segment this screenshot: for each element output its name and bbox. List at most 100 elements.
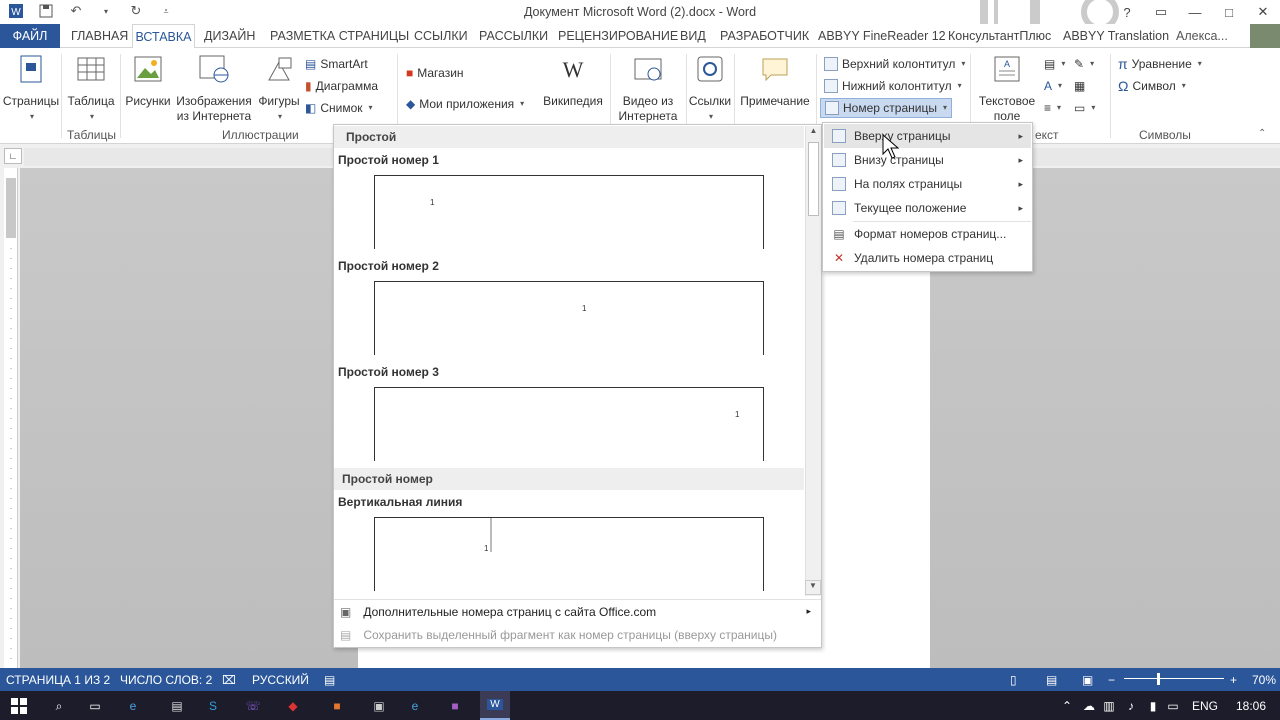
task-view-icon[interactable]: ▭: [86, 697, 104, 715]
battery-icon[interactable]: ▮: [1144, 697, 1162, 715]
signature-line-button[interactable]: ✎ ▾: [1074, 54, 1094, 74]
gallery-thumbnail-4[interactable]: 1: [374, 517, 764, 591]
textbox-button[interactable]: A Текстовое поле: [976, 54, 1038, 124]
wikipedia-button[interactable]: W Википедия: [540, 54, 606, 109]
online-video-button[interactable]: Видео из Интернета: [613, 54, 683, 124]
shapes-button[interactable]: Фигуры ▾: [256, 54, 302, 124]
help-button[interactable]: ?: [1110, 0, 1144, 24]
tab-home[interactable]: ГЛАВНАЯ: [71, 24, 128, 48]
store-button[interactable]: ■ Магазин: [406, 63, 464, 83]
menu-item-top-of-page[interactable]: Вверху страницы ▸: [824, 124, 1031, 148]
zoom-slider[interactable]: [1124, 678, 1224, 679]
cloud-icon[interactable]: ☁: [1080, 697, 1098, 715]
comment-button[interactable]: Примечание: [736, 54, 814, 109]
app-icon[interactable]: ◆: [284, 697, 302, 715]
tab-mailings[interactable]: РАССЫЛКИ: [479, 24, 548, 48]
zoom-level[interactable]: 70%: [1252, 673, 1276, 687]
chart-button[interactable]: ▮ Диаграмма: [305, 76, 378, 96]
edge-icon[interactable]: e: [124, 697, 142, 715]
word-count[interactable]: ЧИСЛО СЛОВ: 2: [120, 673, 212, 687]
tab-selector-icon[interactable]: ∟: [4, 148, 22, 164]
tab-view[interactable]: ВИД: [680, 24, 706, 48]
restore-ribbon-button[interactable]: ▭: [1144, 0, 1178, 24]
menu-item-current-position[interactable]: Текущее положение ▸: [824, 196, 1031, 220]
language-status[interactable]: РУССКИЙ: [252, 673, 309, 687]
web-layout-icon[interactable]: ▣: [1082, 673, 1093, 687]
tab-references[interactable]: ССЫЛКИ: [414, 24, 468, 48]
search-icon[interactable]: ⌕: [50, 697, 68, 715]
table-button[interactable]: Таблица ▾: [64, 54, 118, 124]
gallery-scrollbar[interactable]: ▲: [805, 126, 821, 596]
equation-button[interactable]: π Уравнение ▾: [1118, 54, 1202, 74]
pages-button[interactable]: Страницы ▾: [2, 54, 60, 124]
gallery-thumbnail-2[interactable]: 1: [374, 281, 764, 355]
footer-button[interactable]: Нижний колонтитул ▾: [824, 76, 962, 96]
object-button[interactable]: ▭ ▾: [1074, 98, 1095, 118]
smartart-button[interactable]: ▤ SmartArt: [305, 54, 368, 74]
app-icon[interactable]: ■: [328, 697, 346, 715]
screenshot-button[interactable]: ◧ Снимок ▾: [305, 98, 373, 118]
volume-icon[interactable]: ♪: [1122, 697, 1140, 715]
clock[interactable]: 18:06: [1232, 697, 1270, 715]
explorer-icon[interactable]: ▤: [168, 697, 186, 715]
notification-icon[interactable]: ▭: [1164, 697, 1182, 715]
tab-abbyy-finereader[interactable]: ABBYY FineReader 12: [818, 24, 946, 48]
macro-icon[interactable]: ▤: [324, 673, 335, 687]
pi-icon: π: [1118, 56, 1128, 72]
menu-item-bottom-of-page[interactable]: Внизу страницы ▸: [824, 148, 1031, 172]
user-name[interactable]: Алекса...: [1176, 24, 1228, 48]
page-count[interactable]: СТРАНИЦА 1 ИЗ 2: [6, 673, 110, 687]
wordart-button[interactable]: A ▾: [1044, 76, 1062, 96]
page-number-button[interactable]: Номер страницы ▾: [820, 98, 952, 118]
app-icon[interactable]: ■: [446, 697, 464, 715]
menu-item-remove-page-numbers[interactable]: ✕ Удалить номера страниц: [824, 246, 1031, 270]
scroll-thumb[interactable]: [808, 142, 819, 216]
pictures-button[interactable]: Рисунки: [124, 54, 172, 109]
word-taskbar-icon[interactable]: W: [480, 691, 510, 720]
print-layout-icon[interactable]: ▤: [1046, 673, 1057, 687]
menu-item-page-margins[interactable]: На полях страницы ▸: [824, 172, 1031, 196]
close-button[interactable]: ✕: [1246, 0, 1280, 24]
my-apps-button[interactable]: ◆ Мои приложения ▾: [406, 94, 524, 114]
zoom-out-icon[interactable]: −: [1108, 673, 1115, 687]
avatar[interactable]: [1250, 24, 1280, 48]
tab-insert[interactable]: ВСТАВКА: [132, 24, 195, 49]
datetime-button[interactable]: ▦: [1074, 76, 1085, 96]
windows-start-icon[interactable]: [10, 697, 28, 715]
zoom-in-icon[interactable]: +: [1230, 673, 1237, 687]
tab-abbyy-translation[interactable]: ABBYY Translation: [1063, 24, 1169, 48]
collapse-ribbon-icon[interactable]: ⌃: [1258, 128, 1266, 139]
skype-icon[interactable]: S: [204, 697, 222, 715]
viber-icon[interactable]: ☏: [244, 697, 262, 715]
smartart-icon: ▤: [305, 57, 317, 71]
scroll-down-icon[interactable]: ▼: [805, 580, 821, 595]
gallery-thumbnail-1[interactable]: 1: [374, 175, 764, 249]
read-mode-icon[interactable]: ▯: [1010, 673, 1017, 687]
menu-item-format-page-numbers[interactable]: ▤ Формат номеров страниц...: [824, 222, 1031, 246]
network-icon[interactable]: ▥: [1100, 697, 1118, 715]
ie-icon[interactable]: e: [406, 697, 424, 715]
minimize-button[interactable]: —: [1178, 0, 1212, 24]
more-page-numbers-item[interactable]: ▣ Дополнительные номера страниц с сайта …: [334, 599, 821, 623]
zoom-slider-thumb[interactable]: [1157, 673, 1160, 685]
tab-layout[interactable]: РАЗМЕТКА СТРАНИЦЫ: [270, 24, 409, 48]
maximize-button[interactable]: □: [1212, 0, 1246, 24]
proofing-icon[interactable]: ⌧: [222, 673, 236, 687]
tray-chevron-icon[interactable]: ⌃: [1058, 697, 1076, 715]
header-button[interactable]: Верхний колонтитул ▾: [824, 54, 965, 74]
language-indicator[interactable]: ENG: [1190, 697, 1220, 715]
quick-parts-button[interactable]: ▤ ▾: [1044, 54, 1065, 74]
comment-icon: [760, 54, 790, 84]
tab-review[interactable]: РЕЦЕНЗИРОВАНИЕ: [558, 24, 678, 48]
links-button[interactable]: Ссылки ▾: [688, 54, 732, 124]
online-pictures-button[interactable]: Изображения из Интернета: [173, 54, 255, 124]
tab-file[interactable]: ФАЙЛ: [0, 24, 60, 48]
scroll-up-icon[interactable]: ▲: [806, 126, 821, 140]
tab-consultant[interactable]: КонсультантПлюс: [948, 24, 1051, 48]
dropcap-button[interactable]: ≡ ▾: [1044, 98, 1061, 118]
symbol-button[interactable]: Ω Символ ▾: [1118, 76, 1186, 96]
gallery-thumbnail-3[interactable]: 1: [374, 387, 764, 461]
tab-design[interactable]: ДИЗАЙН: [204, 24, 255, 48]
tab-developer[interactable]: РАЗРАБОТЧИК: [720, 24, 809, 48]
app-icon[interactable]: ▣: [370, 697, 388, 715]
